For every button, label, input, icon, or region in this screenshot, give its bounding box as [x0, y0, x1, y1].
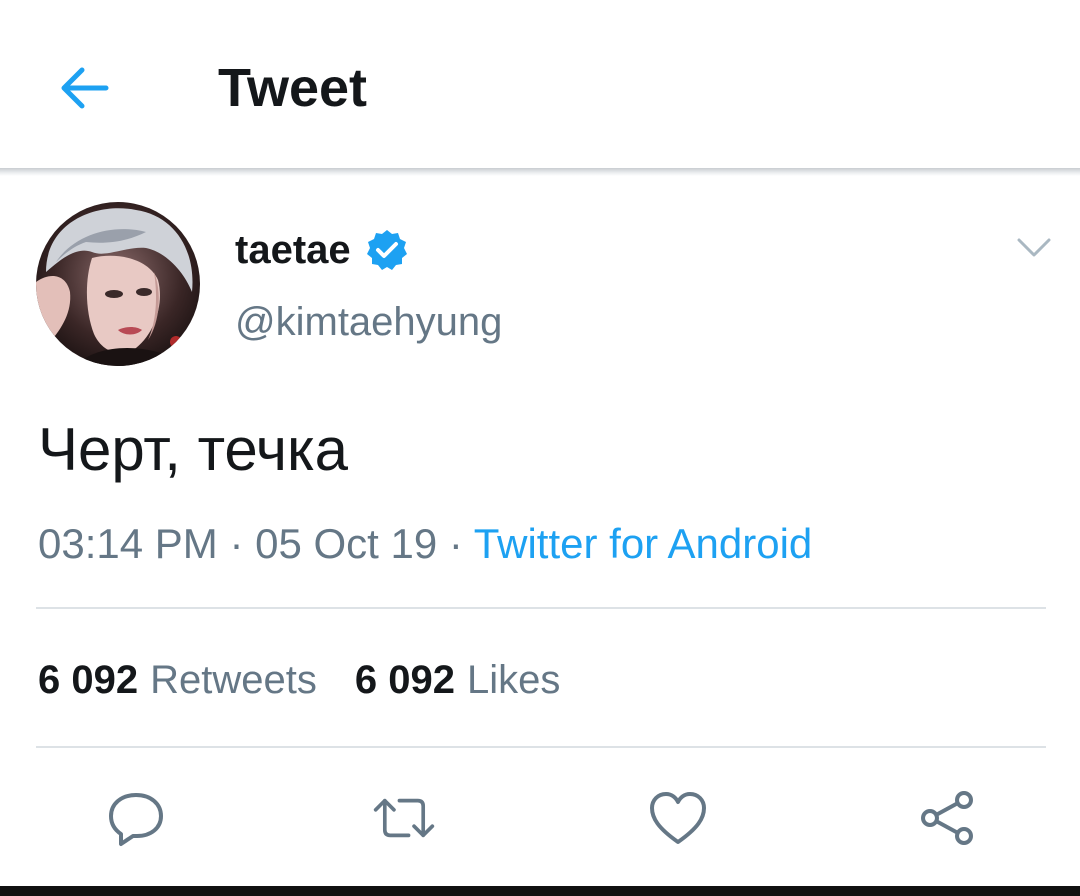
author-name-row[interactable]: taetae [235, 224, 409, 276]
likes-stat[interactable]: 6 092 Likes [355, 654, 561, 706]
likes-count: 6 092 [354, 658, 455, 702]
system-nav-bar [0, 886, 1080, 896]
author-handle[interactable]: @kimtaehyung [235, 300, 502, 345]
like-button[interactable] [646, 786, 710, 850]
tweet-detail-screen: Tweet taetae @kimtaehyung Черт, течка 03… [0, 0, 1080, 896]
retweet-icon [373, 798, 435, 838]
arrow-left-icon [61, 67, 109, 109]
back-button[interactable] [52, 56, 116, 120]
meta-separator: · [437, 520, 474, 567]
tweet-stats: 6 092 Retweets 6 092 Likes [38, 654, 560, 706]
retweet-button[interactable] [372, 786, 436, 850]
like-icon [650, 792, 706, 844]
tweet-date: 05 Oct 19 [255, 520, 438, 567]
more-options-button[interactable] [1012, 230, 1056, 266]
meta-separator: · [217, 520, 256, 567]
header-divider [0, 168, 1080, 176]
avatar[interactable] [36, 202, 200, 366]
page-title: Tweet [218, 58, 368, 118]
share-button[interactable] [916, 786, 980, 850]
tweet-text: Черт, течка [38, 416, 348, 483]
display-name: taetae [235, 227, 351, 272]
share-icon [921, 791, 973, 845]
tweet-time: 03:14 PM [38, 520, 218, 567]
reply-icon [109, 793, 163, 846]
reply-button[interactable] [104, 786, 168, 850]
tweet-source-link[interactable]: Twitter for Android [474, 520, 812, 567]
retweets-label: Retweets [150, 658, 317, 702]
retweets-count: 6 092 [38, 658, 139, 702]
retweets-stat[interactable]: 6 092 Retweets [38, 654, 317, 706]
divider [36, 607, 1046, 609]
avatar-image [36, 202, 200, 366]
chevron-down-icon [1017, 238, 1051, 257]
likes-label: Likes [466, 658, 561, 702]
verified-badge-icon [365, 228, 409, 272]
divider [36, 746, 1046, 748]
tweet-metadata: 03:14 PM · 05 Oct 19 · Twitter for Andro… [38, 518, 812, 570]
app-header: Tweet [0, 0, 1080, 172]
